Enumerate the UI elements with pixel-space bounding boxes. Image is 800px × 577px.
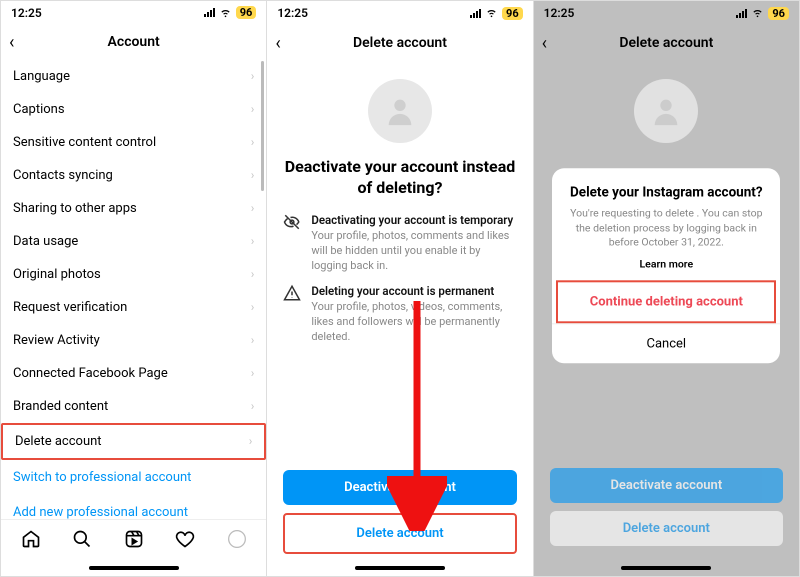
avatar-placeholder-icon <box>634 79 698 143</box>
status-bar: 12:25 96 <box>267 1 532 25</box>
battery-icon: 96 <box>236 6 257 19</box>
row-connected-fb[interactable]: Connected Facebook Page› <box>1 357 266 390</box>
tab-bar <box>1 519 266 562</box>
modal-body: You're requesting to delete . You can st… <box>566 207 766 250</box>
signal-icon <box>736 9 747 18</box>
page-header: ‹ Delete account <box>267 25 532 61</box>
confirm-delete-modal: Delete your Instagram account? You're re… <box>552 168 780 363</box>
status-bar: 12:25 96 <box>1 1 266 24</box>
chevron-right-icon: › <box>251 168 255 182</box>
chevron-right-icon: › <box>251 135 255 149</box>
button-stack: Deactivate account Delete account <box>283 470 516 562</box>
screen-confirm-modal: 12:25 96 ‹ Delete account Deactivate acc… <box>534 1 799 576</box>
cancel-button[interactable]: Cancel <box>552 323 780 363</box>
row-contacts[interactable]: Contacts syncing› <box>1 159 266 192</box>
screen-account: 12:25 96 ‹ Account Language› Captions› S… <box>1 1 267 576</box>
row-captions[interactable]: Captions› <box>1 93 266 126</box>
clock: 12:25 <box>277 6 308 20</box>
continue-deleting-button[interactable]: Continue deleting account <box>558 282 774 321</box>
row-sharing[interactable]: Sharing to other apps› <box>1 192 266 225</box>
button-stack: Deactivate account Delete account <box>550 468 783 562</box>
row-sensitive[interactable]: Sensitive content control› <box>1 126 266 159</box>
clock: 12:25 <box>11 6 42 20</box>
chevron-right-icon: › <box>251 234 255 248</box>
battery-icon: 96 <box>768 7 789 20</box>
page-header: ‹ Account <box>1 24 266 59</box>
screen-deactivate-prompt: 12:25 96 ‹ Delete account Deactivate you… <box>267 1 533 576</box>
signal-icon <box>204 8 215 17</box>
row-language[interactable]: Language› <box>1 60 266 93</box>
row-request-verification[interactable]: Request verification› <box>1 291 266 324</box>
avatar-placeholder-icon <box>368 79 432 143</box>
chevron-right-icon: › <box>251 366 255 380</box>
modal-title: Delete your Instagram account? <box>566 184 766 201</box>
eye-off-icon <box>283 213 301 274</box>
tab-search-icon[interactable] <box>72 529 92 553</box>
row-data-usage[interactable]: Data usage› <box>1 225 266 258</box>
row-delete-account[interactable]: Delete account› <box>1 423 266 460</box>
heading: Deactivate your account instead of delet… <box>283 157 516 199</box>
tab-reels-icon[interactable] <box>124 529 144 553</box>
tab-home-icon[interactable] <box>21 529 41 553</box>
chevron-right-icon: › <box>251 267 255 281</box>
delete-button[interactable]: Delete account <box>286 516 513 551</box>
info-delete: Deleting your account is permanentYour p… <box>283 284 516 345</box>
chevron-right-icon: › <box>251 300 255 314</box>
row-review-activity[interactable]: Review Activity› <box>1 324 266 357</box>
link-add-professional[interactable]: Add new professional account <box>1 495 266 519</box>
warning-icon <box>283 284 301 345</box>
deactivate-button[interactable]: Deactivate account <box>550 468 783 503</box>
wifi-icon <box>751 8 764 18</box>
wifi-icon <box>485 8 498 18</box>
home-indicator <box>355 566 445 570</box>
home-indicator <box>621 566 711 570</box>
row-original-photos[interactable]: Original photos› <box>1 258 266 291</box>
delete-button[interactable]: Delete account <box>550 511 783 546</box>
back-icon[interactable]: ‹ <box>9 32 14 53</box>
info-deactivate: Deactivating your account is temporaryYo… <box>283 213 516 274</box>
battery-icon: 96 <box>502 7 523 20</box>
back-icon[interactable]: ‹ <box>275 33 280 54</box>
tab-activity-icon[interactable] <box>175 529 195 553</box>
page-title: Delete account <box>267 35 532 51</box>
page-title: Delete account <box>534 35 799 51</box>
content-area: Deactivate your account instead of delet… <box>267 61 532 562</box>
chevron-right-icon: › <box>251 69 255 83</box>
tab-profile-icon[interactable] <box>227 529 247 553</box>
wifi-icon <box>219 8 232 18</box>
page-title: Account <box>1 34 266 50</box>
chevron-right-icon: › <box>251 102 255 116</box>
clock: 12:25 <box>544 6 575 20</box>
page-header: ‹ Delete account <box>534 25 799 61</box>
settings-list: Language› Captions› Sensitive content co… <box>1 60 266 519</box>
chevron-right-icon: › <box>251 333 255 347</box>
chevron-right-icon: › <box>249 434 253 448</box>
chevron-right-icon: › <box>251 399 255 413</box>
chevron-right-icon: › <box>251 201 255 215</box>
home-indicator <box>89 566 179 570</box>
learn-more-link[interactable]: Learn more <box>566 257 766 270</box>
deactivate-button[interactable]: Deactivate account <box>283 470 516 505</box>
status-bar: 12:25 96 <box>534 1 799 25</box>
signal-icon <box>470 9 481 18</box>
scrollbar[interactable] <box>261 61 264 191</box>
link-switch-professional[interactable]: Switch to professional account <box>1 460 266 495</box>
back-icon[interactable]: ‹ <box>542 33 547 54</box>
row-branded-content[interactable]: Branded content› <box>1 390 266 423</box>
